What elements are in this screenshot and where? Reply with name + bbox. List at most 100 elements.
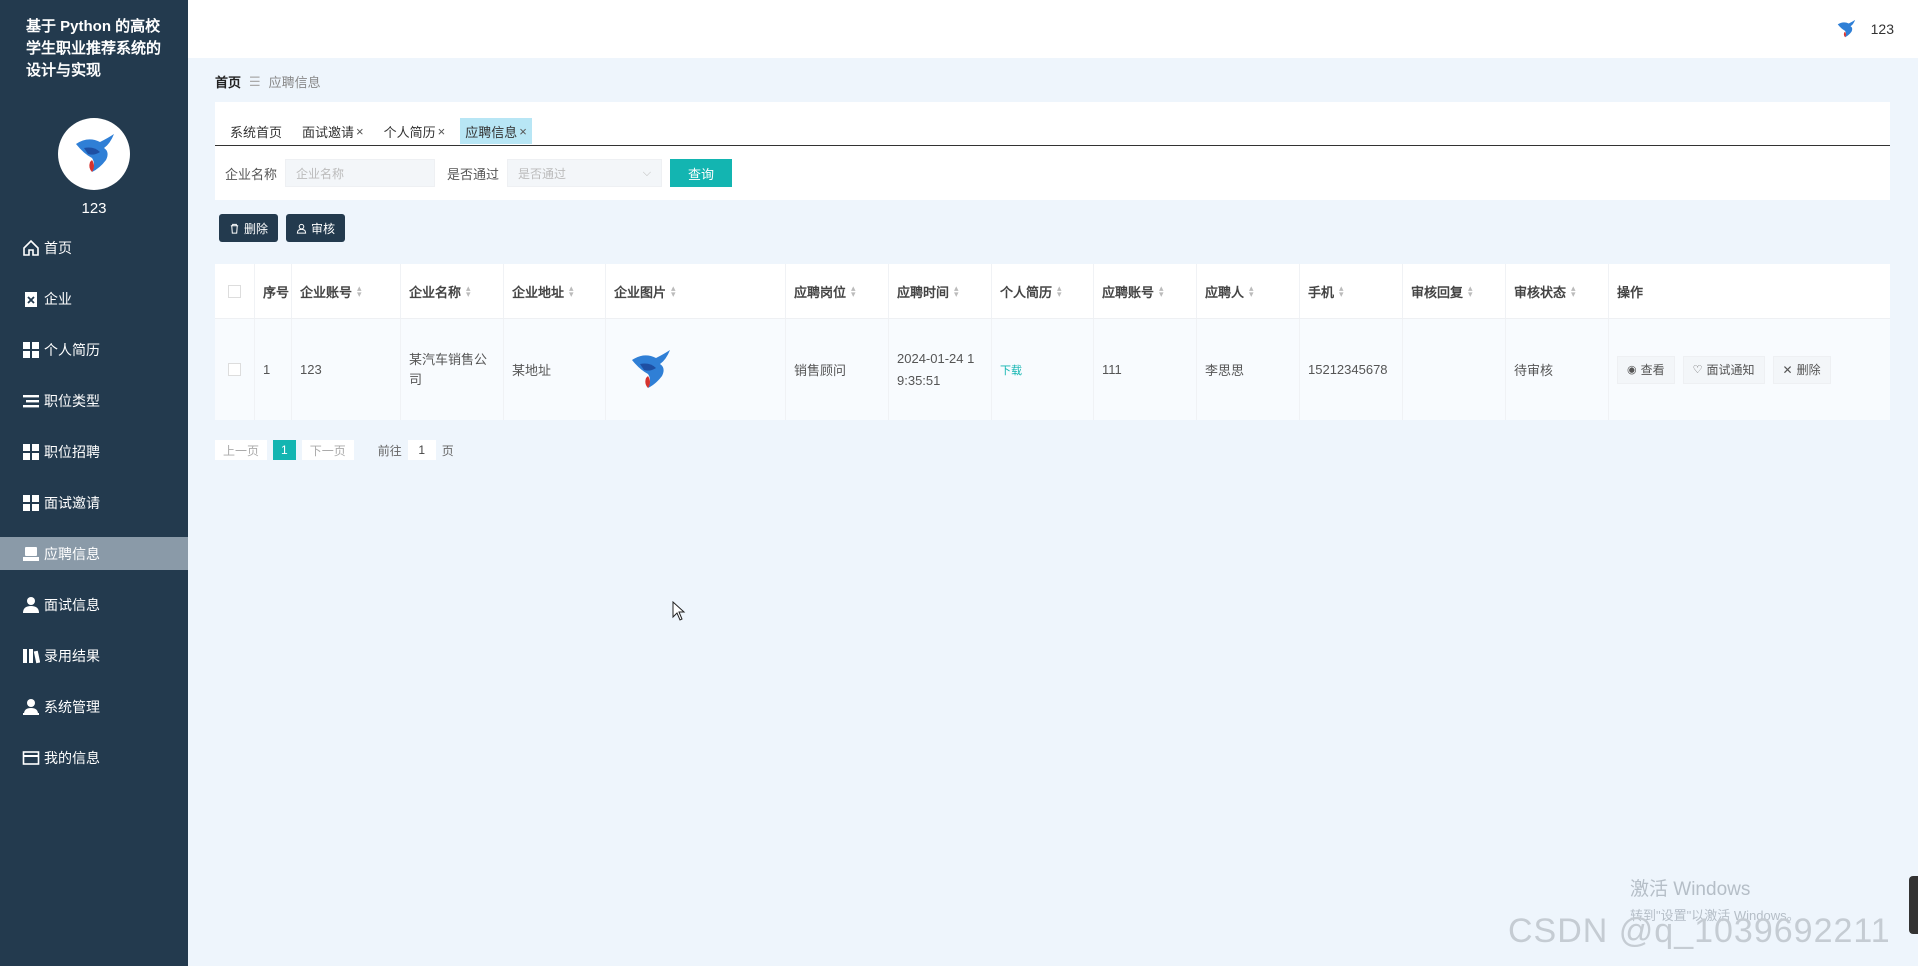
tab-resume[interactable]: 个人简历 ×: [379, 118, 451, 144]
close-icon[interactable]: ×: [519, 124, 527, 139]
sidebar-item-label: 职位类型: [44, 392, 100, 409]
cell-company-address: 某地址: [504, 319, 606, 420]
filter-row: 企业名称 企业名称 是否通过 是否通过 ⌵ 查询: [215, 146, 1890, 200]
col-header[interactable]: 应聘岗位 ▴ ▾: [786, 264, 889, 318]
sidebar-item-interview-info[interactable]: 面试信息: [0, 588, 188, 621]
view-button[interactable]: ◉ 查看: [1617, 355, 1675, 384]
cell-resume: 下载: [992, 319, 1094, 420]
select-all-checkbox[interactable]: [228, 284, 241, 298]
tab-interview-invite[interactable]: 面试邀请 ×: [297, 118, 369, 144]
interview-notify-button[interactable]: ♡ 面试通知: [1682, 355, 1765, 384]
inbox-icon: [22, 545, 40, 563]
row-checkbox[interactable]: [228, 363, 241, 376]
sort-icon: ▴ ▾: [357, 283, 362, 299]
sidebar-item-home[interactable]: 首页: [0, 231, 188, 264]
sidebar-item-company[interactable]: 企业: [0, 282, 188, 315]
audit-button[interactable]: 审核: [286, 214, 346, 242]
breadcrumb-home[interactable]: 首页: [215, 72, 241, 91]
tab-label: 面试邀请: [302, 124, 355, 140]
breadcrumb-separator-icon: ☰: [249, 73, 261, 89]
view-button-label: 查看: [1640, 363, 1665, 377]
company-name-input[interactable]: 企业名称: [285, 159, 436, 187]
page-number-button[interactable]: 1: [273, 440, 296, 460]
col-header[interactable]: 企业账号 ▴ ▾: [292, 264, 401, 318]
cell-company-image: [606, 319, 786, 420]
bird-logo-icon: [76, 134, 114, 172]
cell-applicant: 李思思: [1197, 319, 1300, 420]
sidebar-item-interview-invite[interactable]: 面试邀请: [0, 486, 188, 519]
sidebar-item-hire-result[interactable]: 录用结果: [0, 639, 188, 672]
close-icon[interactable]: ×: [356, 124, 364, 139]
tab-label: 应聘信息: [465, 124, 518, 140]
sidebar-item-label: 录用结果: [44, 647, 100, 664]
windows-watermark-title: 激活 Windows: [1630, 879, 1751, 900]
delete-button[interactable]: 删除: [219, 214, 279, 242]
close-icon[interactable]: ×: [438, 124, 446, 139]
sidebar-item-label: 面试信息: [44, 596, 100, 613]
app-title: 基于 Python 的高校学生职业推荐系统的设计与实现: [26, 18, 162, 79]
sort-icon: ▴ ▾: [569, 283, 574, 299]
select-all-cell: [215, 264, 255, 318]
query-button[interactable]: 查询: [670, 159, 733, 187]
sort-icon: ▴ ▾: [1571, 283, 1576, 299]
sidebar: 基于 Python 的高校学生职业推荐系统的设计与实现 123 首页 企业 个人…: [0, 0, 188, 966]
sort-icon: ▴ ▾: [466, 283, 471, 299]
sidebar-item-label: 面试邀请: [44, 494, 100, 511]
col-header[interactable]: 企业地址 ▴ ▾: [504, 264, 606, 318]
sidebar-item-applications[interactable]: 应聘信息: [0, 537, 188, 570]
resume-download-link[interactable]: 下载: [1000, 362, 1022, 378]
breadcrumb: 首页 ☰ 应聘信息: [215, 72, 321, 91]
sidebar-item-position-type[interactable]: 职位类型: [0, 384, 188, 417]
col-header[interactable]: 企业图片 ▴ ▾: [606, 264, 786, 318]
sidebar-item-recruitment[interactable]: 职位招聘: [0, 435, 188, 468]
sidebar-nav: 首页 企业 个人简历 职位类型 职位招聘 面试邀请 应聘信息 面试信息 录用结果…: [0, 231, 188, 774]
tab-label: 系统首页: [230, 124, 283, 140]
audit-button-label: 审核: [311, 221, 336, 236]
col-header[interactable]: 应聘账号 ▴ ▾: [1094, 264, 1197, 318]
sidebar-item-label: 我的信息: [44, 749, 100, 766]
col-header[interactable]: 审核状态 ▴ ▾: [1506, 264, 1609, 318]
cell-apply-account: 111: [1094, 319, 1197, 420]
applications-table: 序号 企业账号 ▴ ▾ 企业名称 ▴ ▾ 企业地址 ▴ ▾ 企业图片 ▴ ▾ 应聘岗位 ▴ ▾ 应聘…: [215, 264, 1890, 420]
prev-page-button[interactable]: 上一页: [215, 440, 268, 460]
top-header: 123: [188, 0, 1918, 58]
col-header[interactable]: 应聘时间 ▴ ▾: [889, 264, 992, 318]
passed-select-placeholder: 是否通过: [518, 166, 567, 181]
col-header[interactable]: 个人简历 ▴ ▾: [992, 264, 1094, 318]
avatar[interactable]: [58, 118, 130, 190]
header-user[interactable]: 123: [1835, 18, 1894, 40]
tab-system-home[interactable]: 系统首页: [225, 118, 287, 144]
sort-icon: ▴ ▾: [851, 283, 856, 299]
col-header[interactable]: 审核回复 ▴ ▾: [1403, 264, 1506, 318]
heart-icon: ♡: [1692, 364, 1703, 376]
pagination: 上一页 1 下一页 前往 1 页: [215, 440, 454, 460]
passed-select[interactable]: 是否通过 ⌵: [507, 159, 663, 187]
col-header[interactable]: 手机 ▴ ▾: [1300, 264, 1403, 318]
close-icon: ✕: [1782, 362, 1793, 377]
row-delete-button[interactable]: ✕ 删除: [1772, 355, 1831, 384]
cell-apply-time: 2024-01-24 19:35:51: [889, 319, 992, 420]
col-header[interactable]: 企业名称 ▴ ▾: [401, 264, 504, 318]
sidebar-item-my-info[interactable]: 我的信息: [0, 741, 188, 774]
trash-icon: [230, 223, 239, 234]
company-logo-image: [632, 349, 670, 388]
sidebar-item-resume[interactable]: 个人简历: [0, 333, 188, 366]
cell-company-account: 123: [292, 319, 401, 420]
delete-button-label: 删除: [244, 221, 269, 236]
notify-button-label: 面试通知: [1706, 363, 1755, 377]
card-icon: [22, 749, 40, 767]
chevron-down-icon: ⌵: [642, 166, 652, 179]
next-page-button[interactable]: 下一页: [301, 440, 354, 460]
tab-applications[interactable]: 应聘信息 ×: [460, 118, 532, 144]
sidebar-item-system[interactable]: 系统管理: [0, 690, 188, 723]
cell-company-name: 某汽车销售公司: [401, 319, 504, 420]
sidebar-item-label: 企业: [44, 290, 72, 307]
goto-page-input[interactable]: 1: [407, 440, 436, 460]
col-header: 操作: [1617, 284, 1644, 300]
tab-bar: 系统首页 面试邀请 × 个人简历 × 应聘信息 ×: [215, 102, 1890, 146]
table-row: 1 123 某汽车销售公司 某地址 销售顾问 2024-01-24 19:35:…: [215, 319, 1890, 420]
cell-audit-reply: [1403, 319, 1506, 420]
eye-icon: ◉: [1627, 364, 1637, 376]
col-header[interactable]: 应聘人 ▴ ▾: [1197, 264, 1300, 318]
side-edge-handle[interactable]: [1909, 876, 1918, 934]
